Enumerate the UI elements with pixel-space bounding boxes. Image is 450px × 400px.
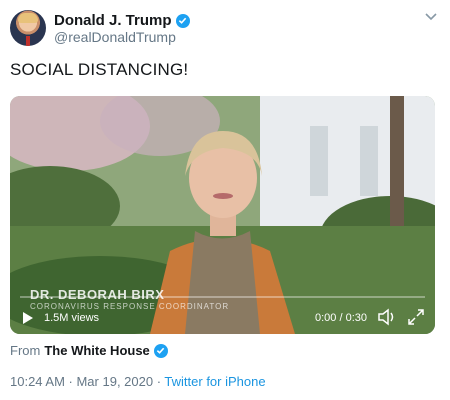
volume-icon[interactable] xyxy=(377,308,397,326)
avatar-tie xyxy=(26,36,30,46)
chevron-down-icon[interactable] xyxy=(424,12,438,22)
video-controls: 1.5M views 0:00 / 0:30 xyxy=(10,300,435,334)
avatar[interactable] xyxy=(10,10,46,46)
tweet-client-link[interactable]: Twitter for iPhone xyxy=(164,374,265,389)
author-display-name[interactable]: Donald J. Trump xyxy=(54,12,172,29)
video-time: 0:00 / 0:30 xyxy=(315,312,367,324)
author-name-row[interactable]: Donald J. Trump xyxy=(54,12,190,29)
source-org-link[interactable]: The White House xyxy=(44,343,149,358)
verified-badge-icon xyxy=(175,13,190,28)
avatar-hair xyxy=(18,13,38,23)
verified-badge-icon xyxy=(153,343,168,358)
tweet-card: Donald J. Trump @realDonaldTrump SOCIAL … xyxy=(0,0,450,400)
play-icon[interactable] xyxy=(22,311,34,325)
tweet-meta: 10:24 AM · Mar 19, 2020 · Twitter for iP… xyxy=(10,374,266,389)
tweet-text: SOCIAL DISTANCING! xyxy=(10,60,189,79)
video-progress-bar[interactable] xyxy=(20,296,425,298)
video-player[interactable]: DR. DEBORAH BIRX CORONAVIRUS RESPONSE CO… xyxy=(10,96,435,334)
author-handle[interactable]: @realDonaldTrump xyxy=(54,29,176,45)
meta-separator: · xyxy=(153,374,165,389)
fullscreen-icon[interactable] xyxy=(407,308,425,326)
video-view-count: 1.5M views xyxy=(44,312,100,324)
tweet-timestamp[interactable]: 10:24 AM · Mar 19, 2020 xyxy=(10,374,153,389)
source-from-label: From xyxy=(10,343,41,358)
video-source: From The White House xyxy=(10,343,168,358)
